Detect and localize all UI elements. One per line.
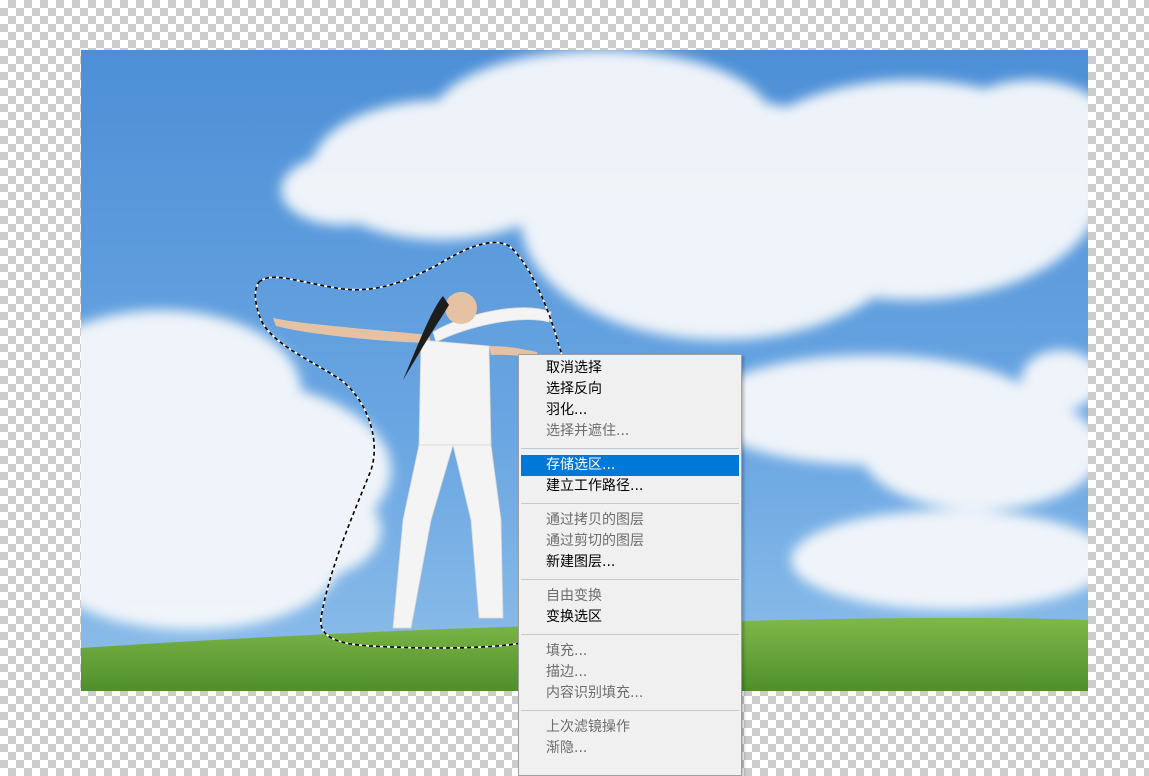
menu-item: 自由变换 bbox=[546, 588, 602, 604]
context-menu: 取消选择 选择反向 羽化... 选择并遮住... 存储选区... 建立工作路径... 通过拷… bbox=[518, 354, 742, 776]
menu-item[interactable]: 选择反向 bbox=[521, 379, 739, 400]
menu-item[interactable]: 羽化... bbox=[521, 400, 739, 421]
menu-item: 通过拷贝的图层 bbox=[546, 512, 644, 528]
menu-item: 渐隐... bbox=[546, 740, 588, 756]
menu-separator bbox=[521, 503, 739, 504]
menu-separator bbox=[521, 448, 739, 449]
menu-item[interactable]: 新建图层... bbox=[521, 552, 739, 573]
menu-item: 内容识别填充... bbox=[546, 685, 644, 701]
menu-separator bbox=[521, 634, 739, 635]
menu-item: 描边... bbox=[546, 664, 588, 680]
menu-item: 通过剪切的图层 bbox=[546, 533, 644, 549]
menu-item[interactable]: 建立工作路径... bbox=[521, 476, 739, 497]
menu-item: 选择并遮住... bbox=[546, 423, 630, 439]
menu-separator bbox=[521, 579, 739, 580]
menu-item[interactable]: 变换选区 bbox=[521, 607, 739, 628]
menu-item: 上次滤镜操作 bbox=[546, 719, 630, 735]
menu-item[interactable]: 存储选区... bbox=[521, 455, 739, 476]
menu-item: 填充... bbox=[546, 643, 588, 659]
menu-item[interactable]: 取消选择 bbox=[521, 358, 739, 379]
menu-separator bbox=[521, 710, 739, 711]
